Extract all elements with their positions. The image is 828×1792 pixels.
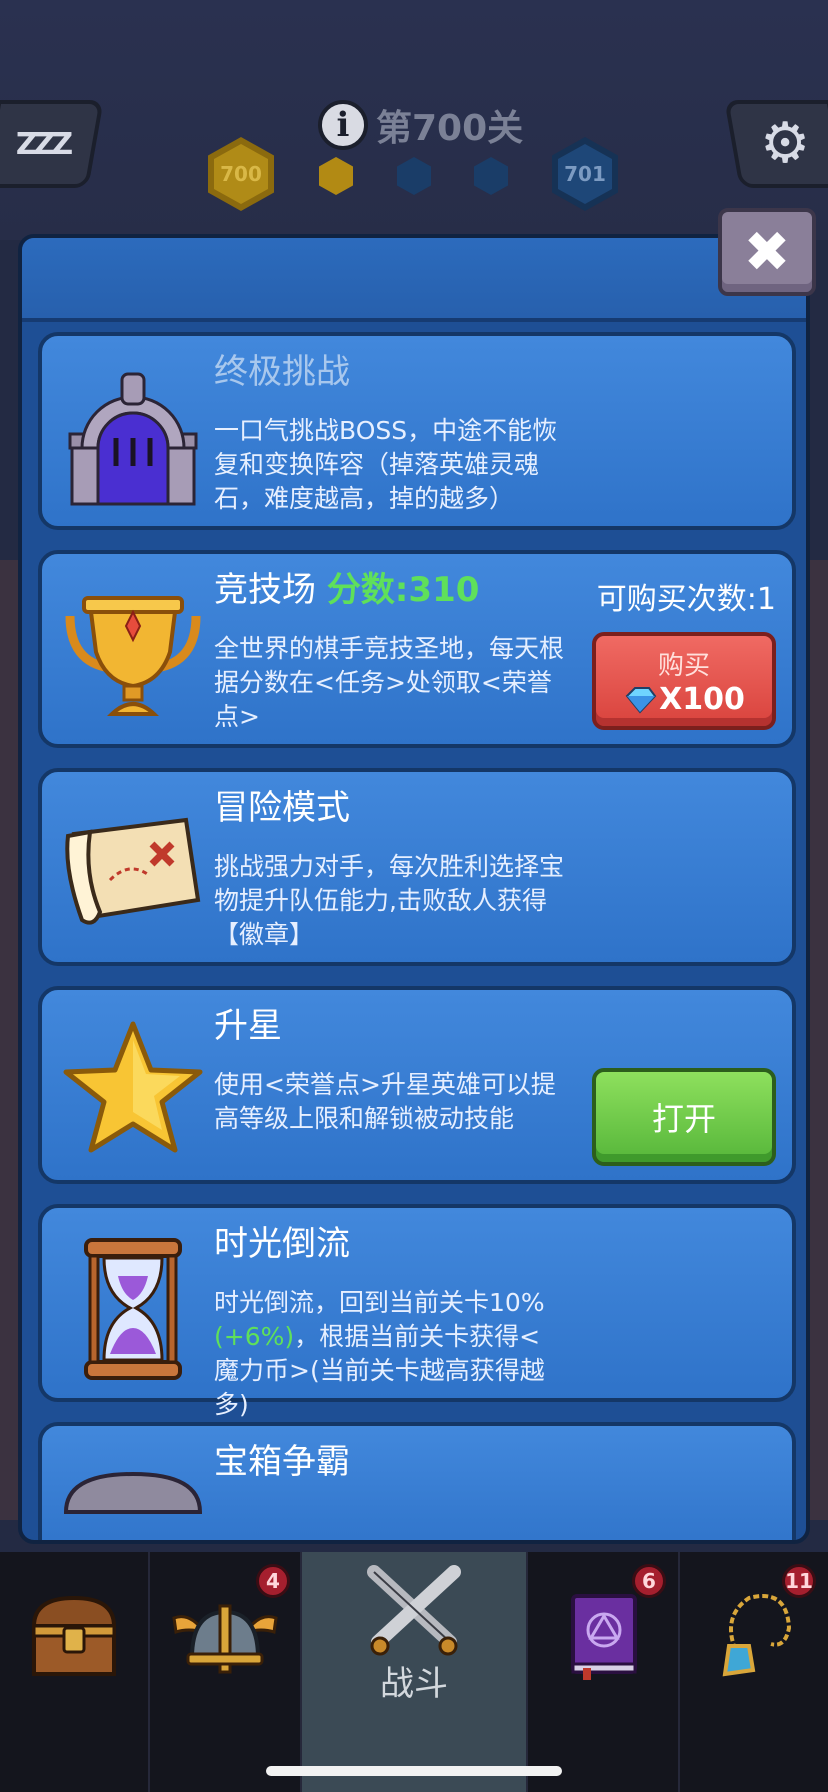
- mode-card-chest-battle[interactable]: 宝箱争霸: [38, 1422, 796, 1540]
- buy-button-label: 购买: [657, 651, 710, 681]
- mode-description: 使用<荣誉点>升星英雄可以提高等级上限和解锁被动技能: [214, 1070, 556, 1133]
- nav-item-chest[interactable]: [0, 1552, 150, 1792]
- trophy-icon: [65, 596, 201, 716]
- side-background-right: [808, 560, 828, 1520]
- spellbook-icon: [571, 1594, 637, 1680]
- mode-card-adventure[interactable]: 冒险模式 挑战强力对手，每次胜利选择宝物提升队伍能力,击败敌人获得【徽章】: [38, 768, 796, 966]
- treasure-map-icon: [65, 817, 201, 925]
- notification-badge: 4: [256, 1564, 290, 1598]
- mode-description: 时光倒流，回到当前关卡10%(+6%)，根据当前关卡获得<魔力币>(当前关卡越高…: [214, 1286, 564, 1422]
- info-icon[interactable]: i: [318, 100, 368, 150]
- modal-header: [22, 238, 806, 322]
- hourglass-icon: [84, 1238, 182, 1380]
- chest-lid-icon: [63, 1471, 203, 1514]
- amulet-icon: [722, 1594, 792, 1677]
- buy-button[interactable]: 购买 X100: [592, 632, 776, 730]
- buy-price: X100: [623, 682, 745, 717]
- mode-title: 竞技场 分数:310: [214, 562, 479, 611]
- settings-button[interactable]: ⚙: [724, 100, 828, 188]
- next-level-number: 701: [564, 162, 606, 186]
- open-button[interactable]: 打开: [592, 1068, 776, 1166]
- current-level-number: 700: [220, 162, 262, 186]
- mode-title: 升星: [214, 1006, 282, 1046]
- level-header: i 第700关: [318, 98, 523, 152]
- nav-item-battle[interactable]: 战斗: [302, 1552, 528, 1792]
- crossed-swords-icon: [367, 1565, 461, 1656]
- mode-title: 终极挑战: [214, 352, 350, 392]
- mode-description: 全世界的棋手竞技圣地，每天根据分数在<任务>处领取<荣誉点>: [214, 634, 565, 731]
- close-button[interactable]: ✖: [718, 208, 816, 296]
- nav-item-heroes[interactable]: 4: [150, 1552, 302, 1792]
- bottom-nav: 4 战斗 6 11: [0, 1552, 828, 1792]
- home-indicator[interactable]: [266, 1766, 562, 1776]
- gear-icon: ⚙: [759, 111, 811, 176]
- nav-item-spellbook[interactable]: 6: [528, 1552, 680, 1792]
- sleep-button[interactable]: ZZZ: [0, 100, 104, 188]
- level-title: 第700关: [376, 108, 524, 149]
- buy-count-label: 可购买次数:1: [596, 582, 776, 617]
- mode-card-arena[interactable]: 竞技场 分数:310 全世界的棋手竞技圣地，每天根据分数在<任务>处领取<荣誉点…: [38, 550, 796, 748]
- sleep-icon: ZZZ: [16, 126, 70, 162]
- close-icon: ✖: [743, 219, 791, 285]
- mode-title: 宝箱争霸: [214, 1442, 350, 1482]
- star-icon: [63, 1021, 203, 1153]
- mode-description: 挑战强力对手，每次胜利选择宝物提升队伍能力,击败敌人获得【徽章】: [214, 852, 565, 949]
- gem-icon: [625, 686, 657, 714]
- notification-badge: 6: [632, 1564, 666, 1598]
- nav-label-battle: 战斗: [380, 1664, 448, 1704]
- stone-gate-icon: [68, 372, 198, 506]
- mode-card-ultimate-challenge[interactable]: 终极挑战 一口气挑战BOSS，中途不能恢复和变换阵容（掉落英雄灵魂石，难度越高，…: [38, 332, 796, 530]
- side-background-left: [0, 560, 20, 1520]
- mode-title: 冒险模式: [214, 788, 350, 828]
- arena-score: 分数:310: [326, 570, 480, 610]
- mode-select-modal: 终极挑战 一口气挑战BOSS，中途不能恢复和变换阵容（掉落英雄灵魂石，难度越高，…: [18, 234, 810, 1544]
- rewind-desc-part1: 时光倒流，回到当前关卡10%: [214, 1288, 545, 1317]
- mode-title: 时光倒流: [214, 1224, 350, 1264]
- winged-helmet-icon: [172, 1604, 278, 1674]
- nav-item-amulet[interactable]: 11: [680, 1552, 828, 1792]
- mode-card-star-up[interactable]: 升星 使用<荣誉点>升星英雄可以提高等级上限和解锁被动技能 打开: [38, 986, 796, 1184]
- treasure-chest-icon: [31, 1595, 117, 1676]
- notification-badge: 11: [782, 1564, 816, 1598]
- mode-card-time-rewind[interactable]: 时光倒流 时光倒流，回到当前关卡10%(+6%)，根据当前关卡获得<魔力币>(当…: [38, 1204, 796, 1419]
- mode-description: 一口气挑战BOSS，中途不能恢复和变换阵容（掉落英雄灵魂石，难度越高，掉的越多）: [214, 416, 558, 513]
- buy-price-amount: X100: [659, 682, 745, 717]
- mode-title-text: 竞技场: [214, 570, 316, 610]
- rewind-bonus: (+6%): [214, 1322, 295, 1351]
